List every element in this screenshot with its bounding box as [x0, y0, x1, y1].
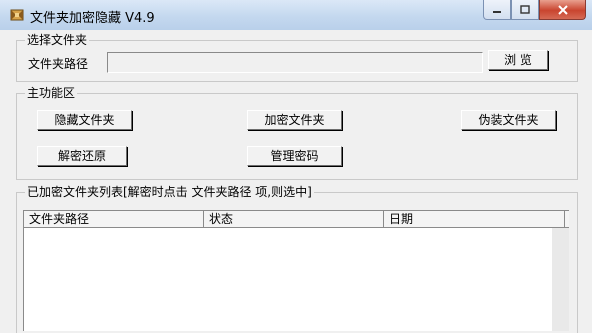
maximize-button[interactable] [511, 0, 539, 20]
column-header-date[interactable]: 日期 [384, 211, 565, 227]
select-folder-group-title: 选择文件夹 [25, 33, 90, 47]
maximize-icon [520, 5, 530, 14]
minimize-button[interactable] [483, 0, 511, 20]
window-title: 文件夹加密隐藏 V4.9 [30, 11, 155, 26]
close-icon [557, 4, 568, 15]
manage-password-button[interactable]: 管理密码 [247, 146, 342, 166]
browse-button[interactable]: 浏 览 [488, 50, 548, 70]
column-header-status[interactable]: 状态 [204, 211, 384, 227]
folder-path-label: 文件夹路径 [28, 57, 89, 71]
encrypt-folder-button[interactable]: 加密文件夹 [247, 110, 342, 130]
list-header: 文件夹路径 状态 日期 [24, 211, 569, 228]
folder-path-input[interactable] [107, 52, 483, 73]
encrypted-list-group-title: 已加密文件夹列表[解密时点击 文件夹路径 项,则选中] [25, 185, 314, 199]
select-folder-group: 选择文件夹 文件夹路径 浏 览 [16, 33, 578, 82]
title-bar[interactable]: 文件夹加密隐藏 V4.9 [0, 0, 592, 30]
close-button[interactable] [539, 0, 586, 20]
main-functions-group: 主功能区 隐藏文件夹 加密文件夹 伪装文件夹 解密还原 管理密码 [16, 86, 578, 180]
scroll-icon [10, 9, 24, 21]
window-client: 选择文件夹 文件夹路径 浏 览 主功能区 隐藏文件夹 加密文件夹 伪装文件夹 解… [8, 30, 584, 333]
decrypt-restore-button[interactable]: 解密还原 [37, 146, 127, 166]
column-header-folder-path[interactable]: 文件夹路径 [24, 211, 204, 227]
encrypted-folder-list[interactable]: 文件夹路径 状态 日期 [23, 210, 569, 331]
disguise-folder-button[interactable]: 伪装文件夹 [461, 110, 556, 130]
main-functions-group-title: 主功能区 [25, 86, 78, 100]
minimize-icon [493, 10, 501, 13]
list-vertical-scrollbar[interactable] [552, 228, 569, 331]
hide-folder-button[interactable]: 隐藏文件夹 [37, 110, 132, 130]
